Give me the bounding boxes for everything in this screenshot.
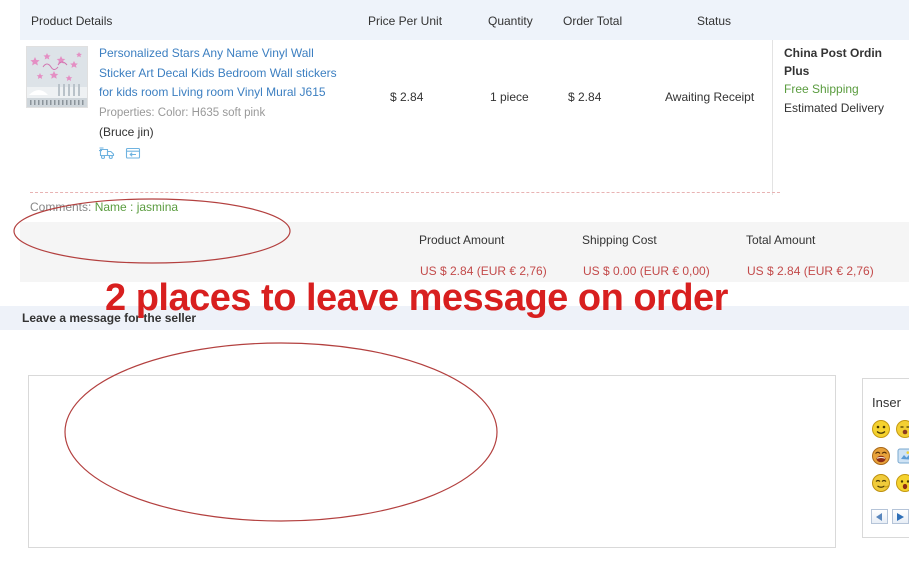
emoji-b[interactable]: [895, 419, 909, 439]
emoji-grid: [871, 419, 909, 498]
return-box-icon[interactable]: [125, 146, 142, 160]
product-info: Personalized Stars Any Name Vinyl Wall S…: [99, 44, 349, 160]
comments-value: Name : jasmina: [95, 200, 178, 214]
smile-emoji[interactable]: [871, 419, 891, 439]
emoji-next-button[interactable]: [892, 509, 909, 524]
shipping-method-line2: Plus: [784, 64, 809, 78]
column-header-status: Status: [697, 14, 731, 28]
cell-quantity: 1 piece: [490, 90, 529, 104]
emoji-e[interactable]: [895, 446, 909, 466]
product-image: [27, 47, 87, 107]
seller-message-textarea[interactable]: [28, 375, 836, 548]
order-comments: Comments: Name : jasmina: [30, 200, 178, 214]
estimated-delivery-label: Estimated Delivery: [784, 99, 909, 118]
order-product-row: Personalized Stars Any Name Vinyl Wall S…: [20, 40, 909, 195]
cell-order-total: $ 2.84: [568, 90, 601, 104]
totals-label-product-amount: Product Amount: [419, 233, 504, 247]
shipping-method-line1: China Post Ordin: [784, 46, 882, 60]
cell-status: Awaiting Receipt: [665, 90, 754, 104]
leave-message-body: [0, 330, 909, 563]
row-divider: [772, 40, 773, 195]
product-title-link[interactable]: Personalized Stars Any Name Vinyl Wall S…: [99, 44, 349, 103]
shipping-panel: China Post Ordin Plus Free Shipping Esti…: [784, 44, 909, 118]
totals-label-total-amount: Total Amount: [746, 233, 815, 247]
product-thumbnail[interactable]: [26, 46, 88, 108]
emoji-h[interactable]: [895, 473, 909, 493]
emoji-panel-title: Inser: [872, 395, 901, 410]
shipping-method-name: China Post Ordin Plus: [784, 44, 902, 80]
truck-icon[interactable]: [99, 146, 116, 160]
totals-value-product-amount: US $ 2.84 (EUR € 2,76): [420, 264, 547, 278]
comments-separator: [30, 192, 780, 193]
order-table-header: Product Details Price Per Unit Quantity …: [20, 0, 909, 41]
laugh-emoji[interactable]: [871, 446, 891, 466]
column-header-product-details: Product Details: [31, 14, 112, 28]
column-header-order-total: Order Total: [563, 14, 622, 28]
leave-message-bar: Leave a message for the seller: [0, 306, 909, 330]
emoji-pagination: [871, 509, 909, 524]
emoji-insert-panel: Inser: [862, 378, 909, 538]
product-seller-name: (Bruce jin): [99, 123, 349, 142]
totals-value-total-amount: US $ 2.84 (EUR € 2,76): [747, 264, 874, 278]
smirk-emoji[interactable]: [871, 473, 891, 493]
order-totals-band: Product Amount Shipping Cost Total Amoun…: [20, 222, 909, 282]
totals-value-shipping-cost: US $ 0.00 (EUR € 0,00): [583, 264, 710, 278]
product-properties: Properties: Color: H635 soft pink: [99, 104, 349, 123]
product-service-icons: [99, 146, 349, 160]
comments-label: Comments:: [30, 200, 91, 214]
emoji-prev-button[interactable]: [871, 509, 888, 524]
cell-price-per-unit: $ 2.84: [390, 90, 423, 104]
free-shipping-label: Free Shipping: [784, 80, 909, 99]
totals-label-shipping-cost: Shipping Cost: [582, 233, 657, 247]
leave-message-label: Leave a message for the seller: [22, 311, 196, 325]
order-detail-page: Product Details Price Per Unit Quantity …: [0, 0, 909, 563]
column-header-price-per-unit: Price Per Unit: [368, 14, 442, 28]
column-header-quantity: Quantity: [488, 14, 533, 28]
